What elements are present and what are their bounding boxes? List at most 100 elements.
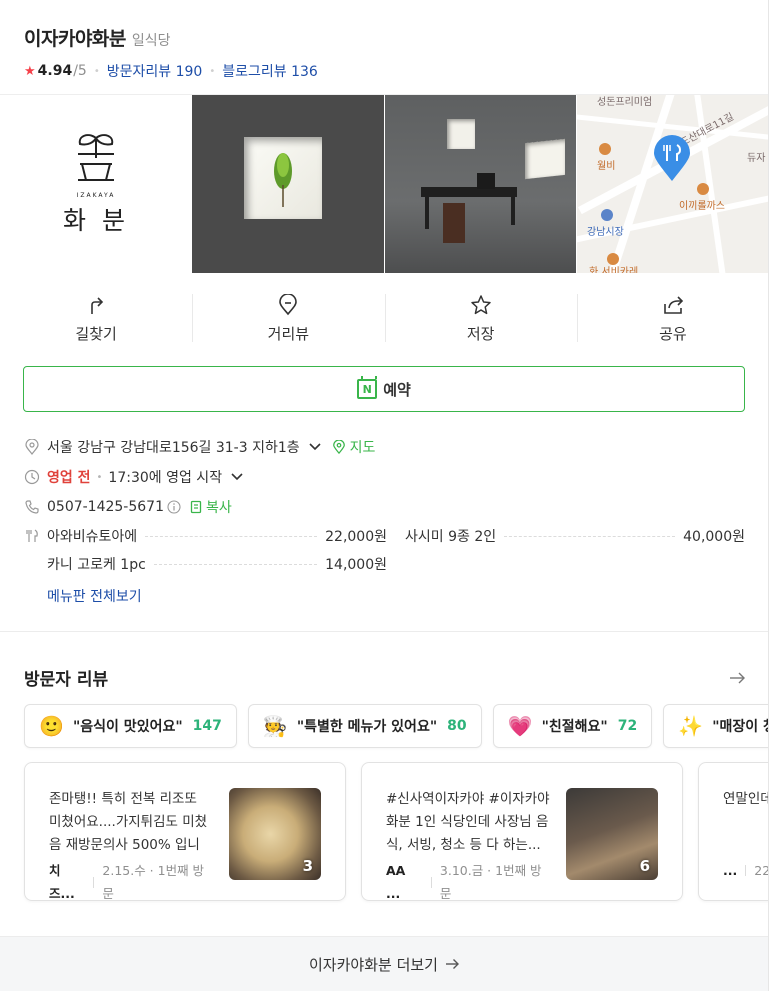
place-category: 일식당 <box>131 33 171 49</box>
wall-niche <box>244 137 322 219</box>
keyword-chip[interactable]: 🧑‍🍳 "특별한 메뉴가 있어요" 80 <box>247 704 482 748</box>
review-photo[interactable]: 3 <box>229 788 321 880</box>
keyword-chip[interactable]: 💗 "친절해요" 72 <box>492 704 653 748</box>
save-button[interactable]: 저장 <box>384 272 577 364</box>
place-header: 이자카야화분 일식당 ★ 4.94 /5 • 방문자리뷰 190 • 블로그리뷰… <box>0 0 768 94</box>
directions-button[interactable]: 길찾기 <box>0 272 192 364</box>
share-button[interactable]: 공유 <box>576 272 768 364</box>
map-label: 성돈프리미엄 <box>597 97 653 108</box>
open-time: 17:30에 영업 시작 <box>108 470 223 486</box>
menu-row: 카니 고로케 1pc 14,000원 <box>24 550 746 578</box>
chip-label: "특별한 메뉴가 있어요" <box>296 719 438 735</box>
arrow-right-icon <box>445 959 459 969</box>
map-link[interactable]: 지도 <box>350 437 376 457</box>
keyword-chip[interactable]: ✨ "매장이 청결해요" <box>663 704 768 748</box>
market-poi-icon <box>601 209 613 221</box>
chevron-down-icon[interactable] <box>308 440 322 454</box>
chip-count: 147 <box>192 718 222 734</box>
photo-strip: IZAKAYA 화 분 성돈프리미엄 도산대로11길 월비 듀자 이끼롤까스 강… <box>0 94 768 273</box>
chip-label: "음식이 맛있어요" <box>73 719 183 735</box>
reserve-button[interactable]: N 예약 <box>23 366 745 412</box>
table-leg <box>511 195 515 225</box>
menu-item-name: 사시미 9종 2인 <box>405 529 497 545</box>
logo-sub: IZAKAYA <box>76 191 116 199</box>
review-text: #신사역이자카야 #이자카야화분 1인 식당인데 사장님 음식, 서빙, 청소 … <box>386 791 550 853</box>
sparkle-icon: ✨ <box>678 714 704 738</box>
review-keyword-chips: 🙂 "음식이 맛있어요" 147 🧑‍🍳 "특별한 메뉴가 있어요" 80 💗 … <box>24 704 768 748</box>
rating-max: /5 <box>73 63 87 79</box>
copy-button[interactable]: 복사 <box>206 497 232 517</box>
food-poi-icon <box>697 183 709 195</box>
chair-back <box>477 173 495 189</box>
menu-all-link[interactable]: 메뉴판 전체보기 <box>47 586 142 606</box>
visitor-reviews-link[interactable]: 방문자리뷰 190 <box>107 61 203 81</box>
more-label: 이자카야화분 더보기 <box>309 955 438 974</box>
logo-text: 화 분 <box>63 205 129 235</box>
menu-item-price: 14,000원 <box>325 557 387 573</box>
chip-count: 72 <box>617 718 638 734</box>
street-view-button[interactable]: 거리뷰 <box>192 272 384 364</box>
separator-dot: • <box>93 65 100 77</box>
review-meta: 22 <box>754 863 769 878</box>
keyword-chip[interactable]: 🙂 "음식이 맛있어요" 147 <box>24 704 237 748</box>
share-label: 공유 <box>659 325 687 343</box>
rating-score: 4.94 <box>37 63 73 79</box>
wall-niche-small <box>447 119 475 149</box>
map-label: 듀자 <box>747 153 766 164</box>
street-view-icon <box>279 294 298 316</box>
sprout-logo-icon <box>78 133 114 181</box>
interior-photo-1[interactable] <box>192 95 384 273</box>
photo-count: 6 <box>639 857 650 875</box>
blog-reviews-link[interactable]: 블로그리뷰 136 <box>222 61 318 81</box>
directions-icon <box>91 297 104 314</box>
logo-photo[interactable]: IZAKAYA 화 분 <box>0 95 192 273</box>
hours-row: 영업 전 • 17:30에 영업 시작 <box>24 462 746 492</box>
action-bar: 길찾기 거리뷰 저장 공유 <box>0 272 768 364</box>
map-label: 월비 <box>597 161 616 172</box>
star-icon <box>470 295 491 315</box>
table-image <box>421 187 517 197</box>
smile-icon: 🙂 <box>39 714 64 738</box>
chevron-down-icon[interactable] <box>230 470 244 484</box>
interior-photo-2[interactable] <box>385 95 576 273</box>
review-card[interactable]: 존마탱!! 특히 전복 리조또 미쳤어요....가지튀김도 미쳤음 재방문의사 … <box>24 762 346 901</box>
chip-label: "매장이 청결해요" <box>712 719 768 735</box>
menu-item: 아와비슈토아에 22,000원 <box>47 526 387 546</box>
review-user: 치즈... <box>49 863 75 900</box>
business-status: 영업 전 <box>47 470 91 486</box>
phone-number: 0507-1425-5671 <box>47 499 164 515</box>
review-card[interactable]: #신사역이자카야 #이자카야화분 1인 식당인데 사장님 음식, 서빙, 청소 … <box>361 762 683 901</box>
review-photo[interactable]: 6 <box>566 788 658 880</box>
menu-item-price: 40,000원 <box>683 529 745 545</box>
menu-item-name: 아와비슈토아에 <box>47 529 138 545</box>
review-cards: 존마탱!! 특히 전복 리조또 미쳤어요....가지튀김도 미쳤음 재방문의사 … <box>24 762 769 901</box>
map-thumbnail[interactable]: 성돈프리미엄 도산대로11길 월비 듀자 이끼롤까스 강남시장 화 서비카레 <box>577 95 768 273</box>
info-circle-icon[interactable] <box>167 500 181 514</box>
more-button[interactable]: 이자카야화분 더보기 <box>0 936 768 991</box>
save-label: 저장 <box>466 325 495 343</box>
separator-dot: • <box>96 471 103 483</box>
chip-count: 80 <box>447 718 467 734</box>
place-panel: 이자카야화분 일식당 ★ 4.94 /5 • 방문자리뷰 190 • 블로그리뷰… <box>0 0 769 991</box>
rating-star-icon: ★ <box>24 63 36 79</box>
review-card[interactable]: 연말인데 혼밥하러 분에 방문 ... 22 <box>698 762 769 901</box>
menu-item: 사시미 9종 2인 40,000원 <box>405 526 745 546</box>
table-leg <box>425 195 429 229</box>
map-label: 이끼롤까스 <box>679 201 725 212</box>
heart-icon: 💗 <box>507 714 533 738</box>
plant-image <box>274 153 292 207</box>
review-meta: 2.15.수 · 1번째 방문 <box>102 863 205 900</box>
phone-icon <box>25 500 39 514</box>
food-poi-icon <box>599 143 611 155</box>
fork-knife-icon <box>26 529 38 542</box>
review-meta: 3.10.금 · 1번째 방문 <box>439 863 542 900</box>
photo-count: 3 <box>302 857 313 875</box>
copy-icon <box>190 500 202 514</box>
menu-item: 카니 고로케 1pc 14,000원 <box>47 554 387 574</box>
menu-row: 아와비슈토아에 22,000원 사시미 9종 2인 40,000원 <box>24 522 746 550</box>
clock-icon <box>24 469 40 485</box>
review-user: AA ... <box>386 863 406 900</box>
menu-item-price: 22,000원 <box>325 529 387 545</box>
review-text: 존마탱!! 특히 전복 리조또 미쳤어요....가지튀김도 미쳤음 재방문의사 … <box>49 791 208 853</box>
arrow-right-icon[interactable] <box>728 669 746 687</box>
